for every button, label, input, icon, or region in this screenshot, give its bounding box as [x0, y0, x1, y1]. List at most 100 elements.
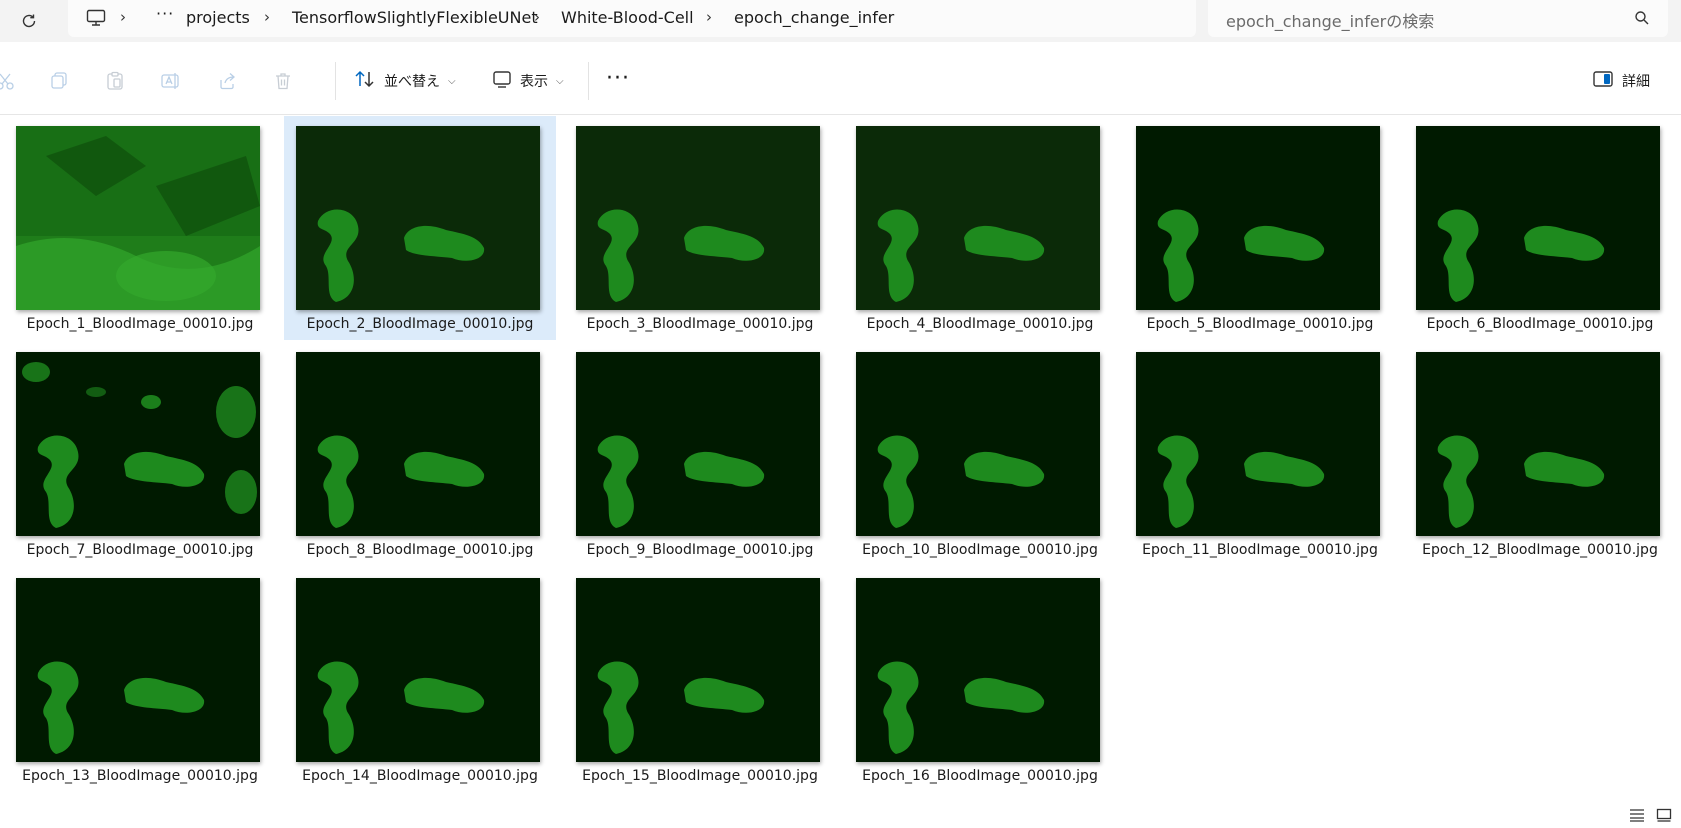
file-name: Epoch_4_BloodImage_00010.jpg: [866, 316, 1094, 332]
thumbnail-image: [576, 578, 820, 762]
file-thumbnail[interactable]: [856, 578, 1100, 762]
share-icon[interactable]: [216, 70, 238, 92]
thumbnail-image: [1416, 352, 1660, 536]
file-name: Epoch_16_BloodImage_00010.jpg: [862, 768, 1098, 784]
file-thumbnail[interactable]: [856, 352, 1100, 536]
thumbnail-image: [856, 352, 1100, 536]
sort-label: 並べ替え: [384, 74, 440, 90]
chevron-right-icon: ›: [706, 8, 712, 26]
view-icon: [492, 70, 512, 92]
refresh-icon[interactable]: [14, 6, 44, 36]
file-tile[interactable]: Epoch_14_BloodImage_00010.jpg: [284, 568, 556, 792]
file-tile[interactable]: Epoch_4_BloodImage_00010.jpg: [844, 116, 1116, 340]
file-thumbnail[interactable]: [296, 352, 540, 536]
details-pane-icon: [1592, 70, 1614, 92]
file-tile[interactable]: Epoch_12_BloodImage_00010.jpg: [1404, 342, 1676, 566]
breadcrumb[interactable]: › ··· projects › TensorflowSlightlyFlexi…: [68, 0, 1196, 37]
file-thumbnail[interactable]: [296, 126, 540, 310]
file-thumbnail[interactable]: [16, 578, 260, 762]
chevron-down-icon: ⌵: [448, 75, 456, 87]
file-thumbnail[interactable]: [16, 126, 260, 310]
file-thumbnail[interactable]: [576, 126, 820, 310]
file-thumbnail[interactable]: [1136, 352, 1380, 536]
view-label: 表示: [520, 74, 548, 90]
delete-icon[interactable]: [272, 70, 294, 92]
file-tile[interactable]: Epoch_10_BloodImage_00010.jpg: [844, 342, 1116, 566]
file-thumbnail[interactable]: [16, 352, 260, 536]
view-button[interactable]: 表示 ⌵: [492, 68, 564, 94]
search-placeholder: epoch_change_inferの検索: [1226, 12, 1435, 31]
file-tile[interactable]: Epoch_11_BloodImage_00010.jpg: [1124, 342, 1396, 566]
file-tile[interactable]: Epoch_6_BloodImage_00010.jpg: [1404, 116, 1676, 340]
thumbnail-image: [1136, 352, 1380, 536]
address-toolbar: › ··· projects › TensorflowSlightlyFlexi…: [0, 0, 1681, 42]
thumbnail-image: [16, 352, 260, 536]
search-icon[interactable]: [1634, 10, 1650, 30]
file-thumbnail[interactable]: [1416, 352, 1660, 536]
file-thumbnail[interactable]: [576, 352, 820, 536]
file-tile[interactable]: Epoch_13_BloodImage_00010.jpg: [4, 568, 276, 792]
sort-button[interactable]: 並べ替え ⌵: [354, 68, 456, 94]
file-name: Epoch_8_BloodImage_00010.jpg: [306, 542, 534, 558]
rename-icon[interactable]: [160, 70, 182, 92]
chevron-right-icon: ›: [264, 8, 270, 26]
details-view-icon[interactable]: [1627, 806, 1647, 824]
paste-icon[interactable]: [104, 70, 126, 92]
chevron-down-icon: ⌵: [556, 75, 564, 87]
thumbnail-image: [296, 352, 540, 536]
file-name: Epoch_1_BloodImage_00010.jpg: [26, 316, 254, 332]
file-thumbnail[interactable]: [296, 578, 540, 762]
large-icons-view-icon[interactable]: [1654, 806, 1674, 824]
thumbnail-image: [856, 578, 1100, 762]
details-pane-button[interactable]: 詳細: [1592, 68, 1650, 94]
divider: [335, 62, 336, 100]
file-tile[interactable]: Epoch_7_BloodImage_00010.jpg: [4, 342, 276, 566]
file-name: Epoch_2_BloodImage_00010.jpg: [306, 316, 534, 332]
file-name: Epoch_13_BloodImage_00010.jpg: [22, 768, 258, 784]
details-label: 詳細: [1622, 74, 1650, 90]
more-options-button[interactable]: ···: [606, 66, 630, 91]
thumbnail-image: [1136, 126, 1380, 310]
file-thumbnail[interactable]: [1416, 126, 1660, 310]
breadcrumb-overflow-button[interactable]: ···: [156, 4, 174, 23]
divider: [588, 62, 589, 100]
file-tile[interactable]: Epoch_15_BloodImage_00010.jpg: [564, 568, 836, 792]
breadcrumb-item-white-blood-cell[interactable]: White-Blood-Cell: [561, 8, 694, 27]
thumbnail-image: [296, 578, 540, 762]
search-input[interactable]: epoch_change_inferの検索: [1208, 0, 1668, 37]
sort-icon: [354, 70, 376, 92]
copy-icon[interactable]: [48, 70, 70, 92]
file-tile[interactable]: Epoch_5_BloodImage_00010.jpg: [1124, 116, 1396, 340]
file-thumbnail[interactable]: [856, 126, 1100, 310]
file-name: Epoch_6_BloodImage_00010.jpg: [1426, 316, 1654, 332]
breadcrumb-item-current[interactable]: epoch_change_infer: [734, 8, 894, 27]
file-tile[interactable]: Epoch_3_BloodImage_00010.jpg: [564, 116, 836, 340]
file-name: Epoch_3_BloodImage_00010.jpg: [586, 316, 814, 332]
thumbnail-image: [576, 352, 820, 536]
file-tile[interactable]: Epoch_8_BloodImage_00010.jpg: [284, 342, 556, 566]
file-thumbnail[interactable]: [576, 578, 820, 762]
thumbnail-image: [1416, 126, 1660, 310]
file-name: Epoch_5_BloodImage_00010.jpg: [1146, 316, 1374, 332]
chevron-right-icon: ›: [534, 8, 540, 26]
thumbnail-image: [856, 126, 1100, 310]
file-tile[interactable]: Epoch_2_BloodImage_00010.jpg: [284, 116, 556, 340]
command-bar: 並べ替え ⌵ 表示 ⌵ ··· 詳細: [0, 46, 1681, 115]
breadcrumb-item-projects[interactable]: projects: [186, 8, 250, 27]
file-tile[interactable]: Epoch_9_BloodImage_00010.jpg: [564, 342, 836, 566]
file-name: Epoch_7_BloodImage_00010.jpg: [26, 542, 254, 558]
file-tile[interactable]: Epoch_1_BloodImage_00010.jpg: [4, 116, 276, 340]
thumbnail-image: [16, 126, 260, 310]
file-name: Epoch_12_BloodImage_00010.jpg: [1422, 542, 1658, 558]
thumbnail-image: [296, 126, 540, 310]
file-grid: Epoch_1_BloodImage_00010.jpg Epoch_2_Blo…: [0, 114, 1681, 804]
file-thumbnail[interactable]: [1136, 126, 1380, 310]
breadcrumb-item-unet[interactable]: TensorflowSlightlyFlexibleUNet: [292, 8, 538, 27]
file-name: Epoch_14_BloodImage_00010.jpg: [302, 768, 538, 784]
file-name: Epoch_15_BloodImage_00010.jpg: [582, 768, 818, 784]
thumbnail-image: [576, 126, 820, 310]
file-tile[interactable]: Epoch_16_BloodImage_00010.jpg: [844, 568, 1116, 792]
thumbnail-image: [16, 578, 260, 762]
cut-icon[interactable]: [0, 70, 16, 92]
computer-icon[interactable]: [84, 6, 108, 30]
